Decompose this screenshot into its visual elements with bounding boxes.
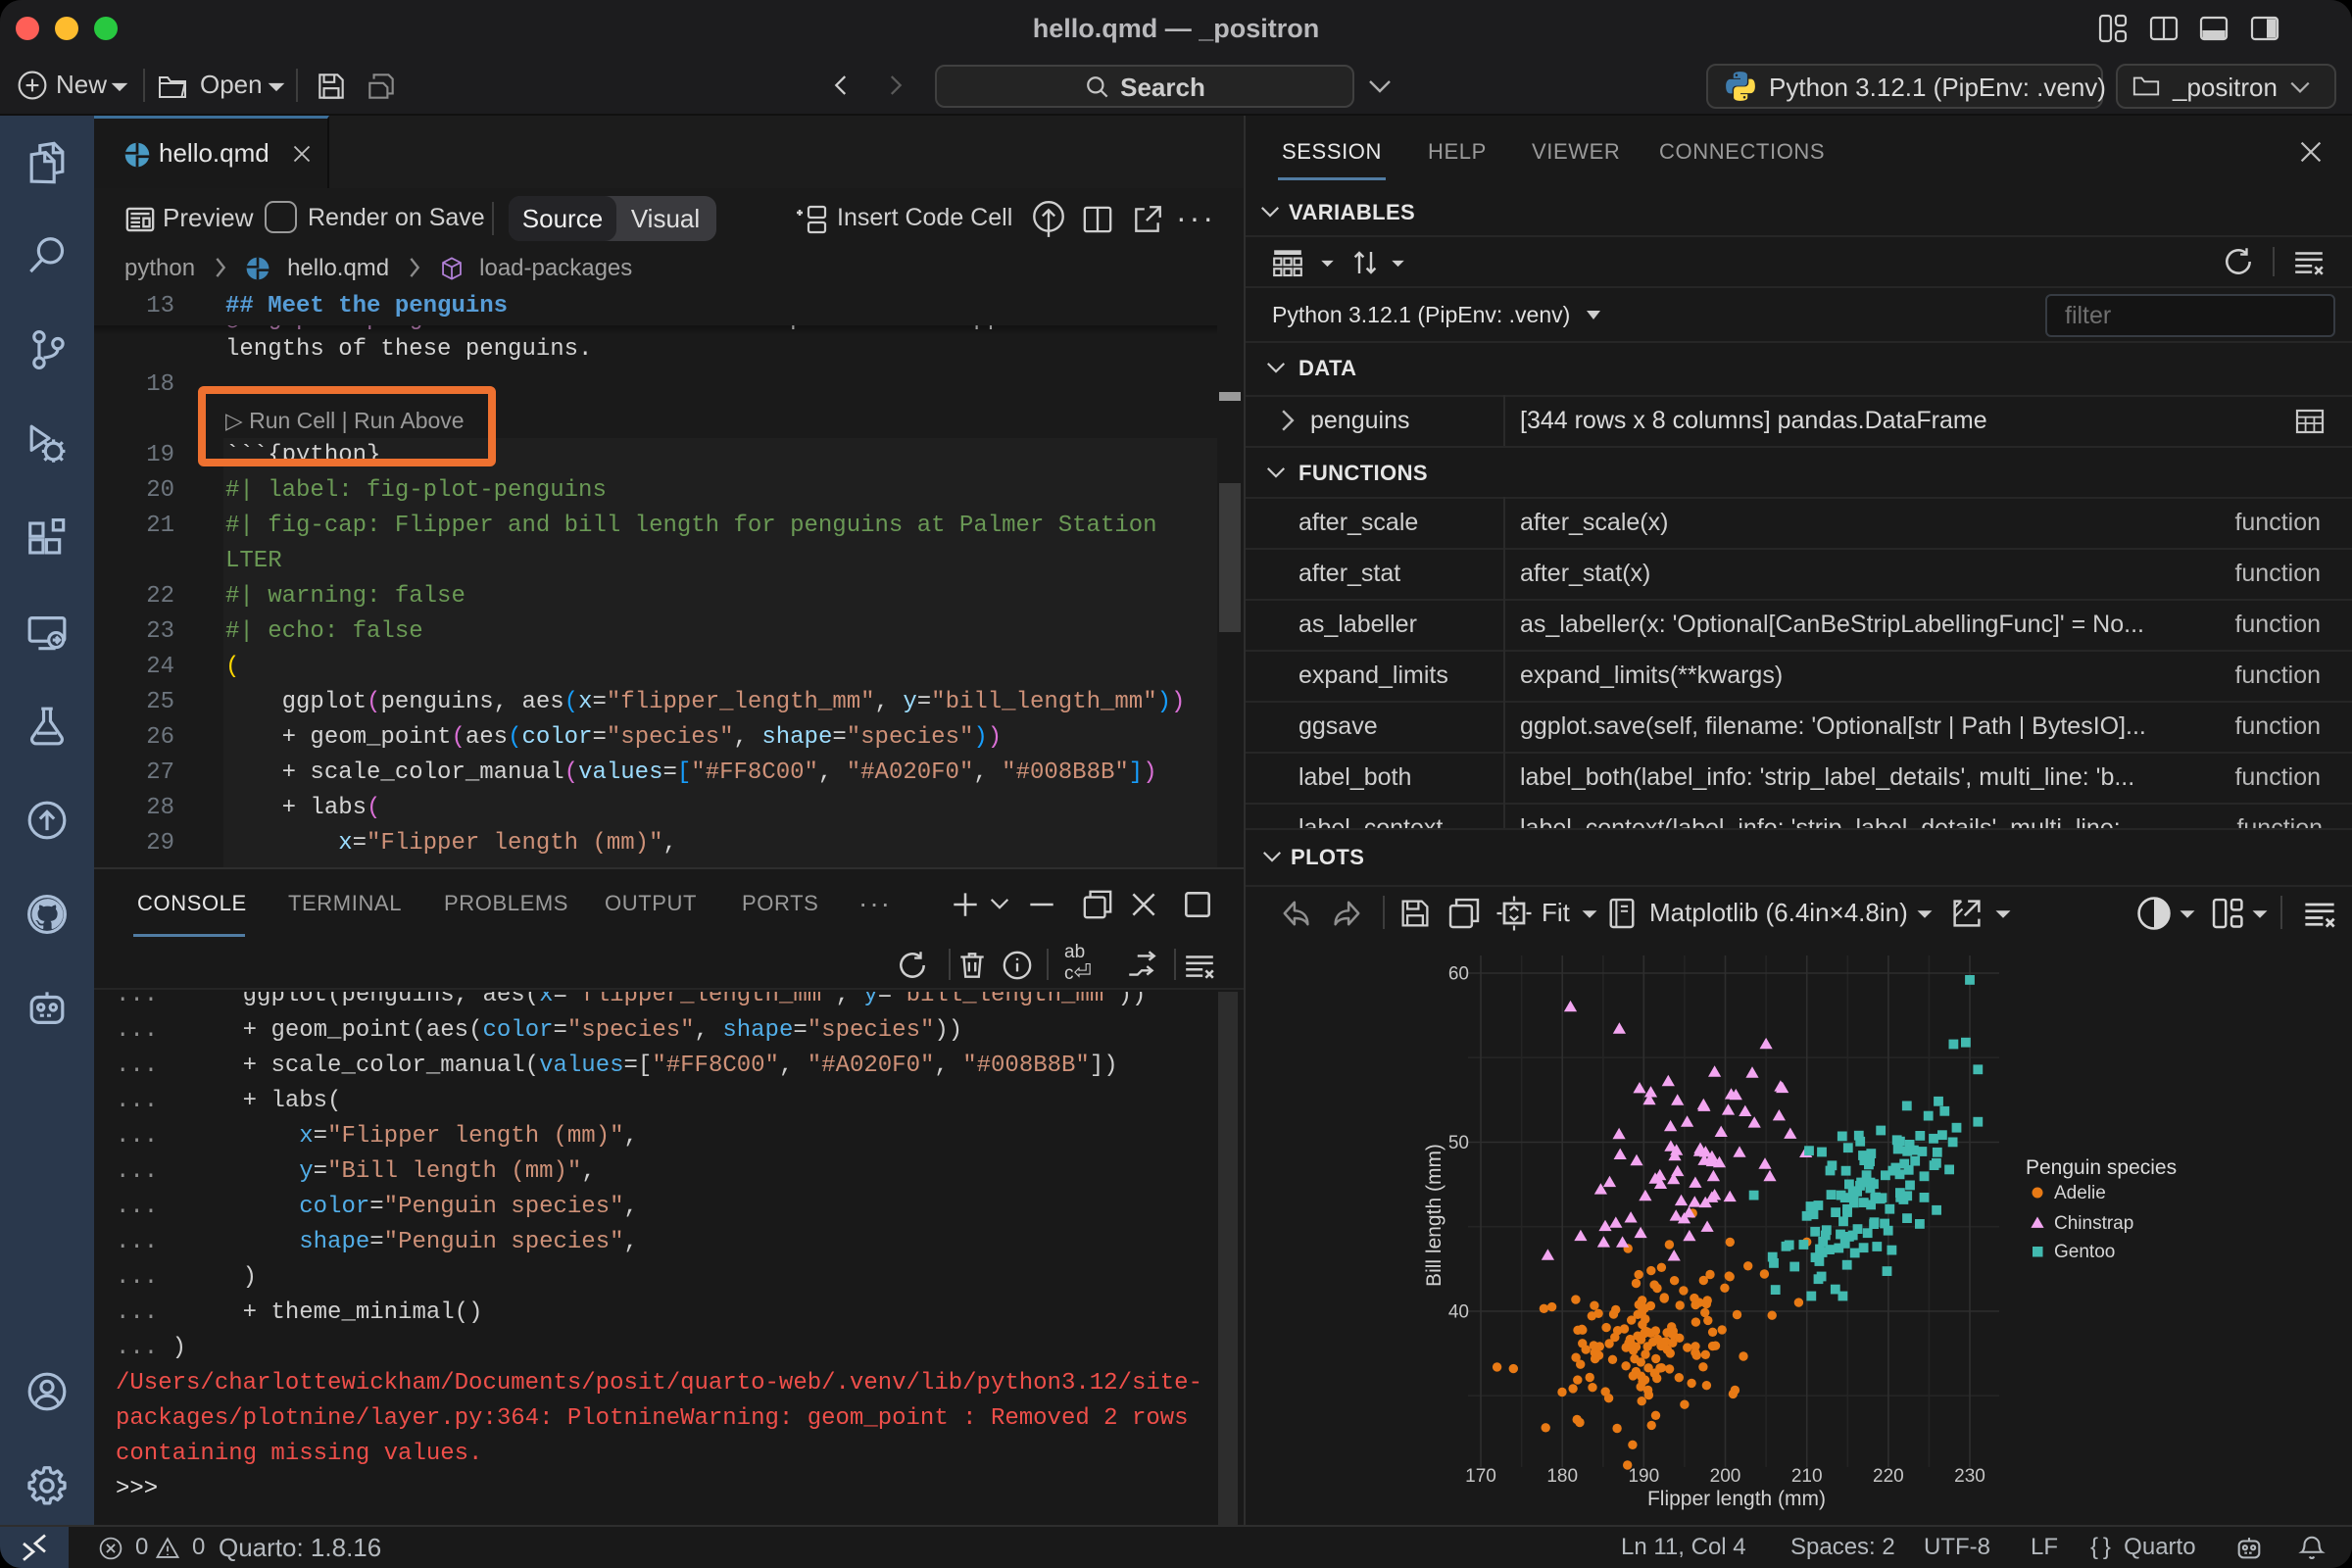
svg-text:170: 170 [1465, 1466, 1496, 1487]
svg-text:190: 190 [1628, 1466, 1659, 1487]
svg-text:Gentoo: Gentoo [2054, 1242, 2115, 1262]
svg-text:60: 60 [1448, 964, 1469, 985]
svg-text:180: 180 [1546, 1466, 1578, 1487]
svg-text:Chinstrap: Chinstrap [2054, 1213, 2133, 1234]
svg-text:Penguin species: Penguin species [2026, 1156, 2177, 1179]
svg-text:Bill length (mm): Bill length (mm) [1423, 1144, 1446, 1287]
svg-text:Flipper length (mm): Flipper length (mm) [1647, 1488, 1826, 1510]
svg-text:Adelie: Adelie [2054, 1183, 2106, 1203]
svg-text:50: 50 [1448, 1133, 1469, 1153]
svg-text:220: 220 [1873, 1466, 1904, 1487]
svg-text:230: 230 [1954, 1466, 1985, 1487]
svg-text:40: 40 [1448, 1302, 1469, 1323]
svg-text:210: 210 [1791, 1466, 1823, 1487]
svg-text:200: 200 [1710, 1466, 1741, 1487]
